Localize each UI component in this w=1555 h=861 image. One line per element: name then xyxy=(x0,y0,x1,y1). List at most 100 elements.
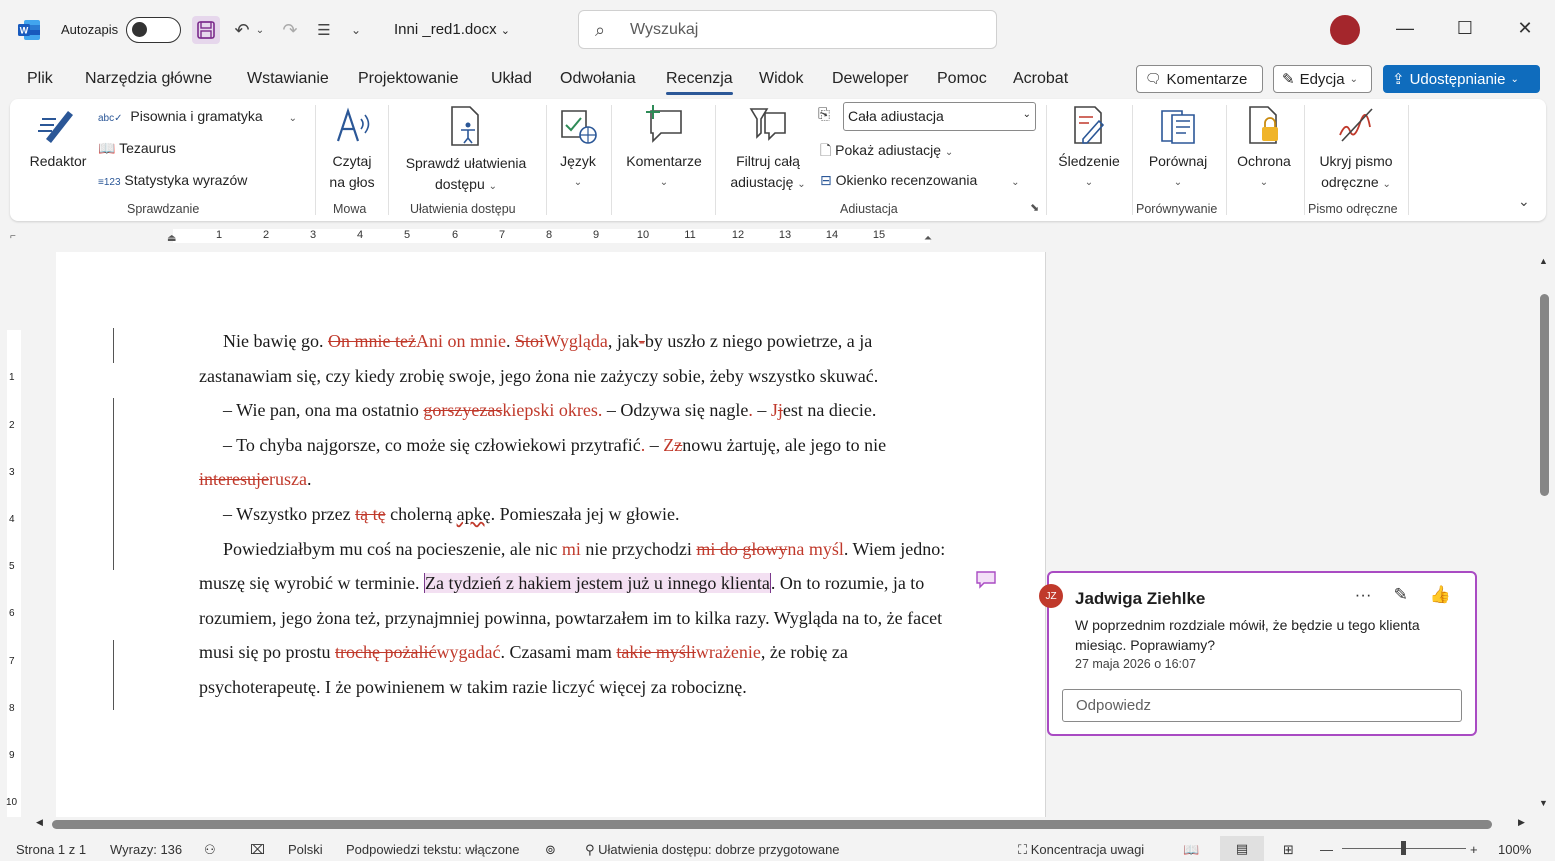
editor-button[interactable]: Redaktor xyxy=(26,105,90,172)
tab-layout[interactable]: Układ xyxy=(491,70,532,88)
document-page[interactable]: Nie bawię go. On mnie teżAni on mnie. St… xyxy=(56,252,1046,817)
tab-view[interactable]: Widok xyxy=(759,70,803,88)
word-count[interactable]: Wyrazy: 136 xyxy=(110,842,182,857)
user-avatar[interactable] xyxy=(1330,15,1360,45)
document-body[interactable]: Nie bawię go. On mnie teżAni on mnie. St… xyxy=(199,324,959,705)
thesaurus-button[interactable]: 📖 Tezaurus xyxy=(98,140,176,157)
scroll-right-icon[interactable]: ▶ xyxy=(1518,817,1525,828)
tab-review[interactable]: Recenzja xyxy=(666,70,733,95)
scroll-up-icon[interactable]: ▲ xyxy=(1539,256,1548,266)
horizontal-ruler[interactable]: 1 2 3 4 5 6 7 8 9 10 11 12 13 14 15 ⏏ ⏶ xyxy=(30,228,1050,244)
right-indent-marker[interactable]: ⏶ xyxy=(924,233,932,244)
paragraph[interactable]: Powiedziałbym mu coś na pocieszenie, ale… xyxy=(199,532,959,705)
numbering-icon[interactable]: ☰ xyxy=(310,16,338,44)
thesaurus-icon: 📖 xyxy=(98,140,116,156)
commented-text[interactable]: Za tydzień z hakiem jestem już u innego … xyxy=(423,573,771,594)
tab-selector-icon[interactable]: ⌐ xyxy=(10,231,16,242)
scroll-thumb[interactable] xyxy=(1540,294,1549,496)
tab-acrobat[interactable]: Acrobat xyxy=(1013,70,1068,88)
dialog-launcher-icon[interactable]: ⬊ xyxy=(1030,201,1039,214)
chevron-down-icon: ⌄ xyxy=(573,177,583,188)
autosave-toggle[interactable] xyxy=(126,17,181,43)
pencil-icon: ✎ xyxy=(1282,71,1295,88)
focus-icon: ⛶ xyxy=(1018,842,1028,857)
show-markup-button[interactable]: 🗋 Pokaż adiustację ⌄ xyxy=(820,140,953,164)
chevron-down-icon: ⌄ xyxy=(659,177,669,188)
edit-comment-icon[interactable]: ✎ xyxy=(1394,585,1408,605)
hide-ink-icon xyxy=(1339,108,1373,142)
language-button[interactable]: Język ⌄ xyxy=(550,107,606,193)
paragraph[interactable]: – Wie pan, ona ma ostatnio gorszyezaskie… xyxy=(199,393,959,428)
undo-dropdown-icon[interactable]: ⌄ xyxy=(252,16,268,44)
comments-ribbon-button[interactable]: Komentarze ⌄ xyxy=(620,105,708,193)
tab-design[interactable]: Projektowanie xyxy=(358,70,459,88)
track-changes-button[interactable]: Śledzenie ⌄ xyxy=(1054,105,1124,193)
tab-developer[interactable]: Deweloper xyxy=(832,70,908,88)
paragraph[interactable]: – To chyba najgorsze, co może się człowi… xyxy=(199,428,959,497)
document-name[interactable]: Inni _red1.docx ⌄ xyxy=(394,21,510,38)
paragraph[interactable]: Nie bawię go. On mnie teżAni on mnie. St… xyxy=(199,324,959,393)
macro-icon[interactable]: ⊚ xyxy=(545,842,556,858)
redo-icon[interactable]: ↷ xyxy=(276,16,304,44)
spelling-button[interactable]: abc✓ Pisownia i gramatyka ⌄ xyxy=(98,108,297,124)
display-for-review-select[interactable]: Cała adiustacja ⌄ xyxy=(843,102,1036,131)
reply-input[interactable]: Odpowiedz xyxy=(1062,689,1462,722)
search-box[interactable]: ⌕ Wyszukaj xyxy=(578,10,997,49)
tab-file[interactable]: Plik xyxy=(27,70,53,88)
comment-date: 27 maja 2026 o 16:07 xyxy=(1075,657,1196,671)
zoom-slider-thumb[interactable] xyxy=(1401,841,1406,855)
save-icon[interactable] xyxy=(192,16,220,44)
comments-button[interactable]: 🗨 Komentarze xyxy=(1136,65,1263,93)
filter-markup-button[interactable]: Filtruj całą adiustację ⌄ xyxy=(724,105,812,195)
tab-insert[interactable]: Wstawianie xyxy=(247,70,329,88)
autosave-label: Autozapis xyxy=(61,22,119,37)
web-layout-icon[interactable]: ⊞ xyxy=(1283,842,1294,858)
read-aloud-button[interactable]: Czytaj na głos xyxy=(324,107,380,193)
comment-card[interactable]: JZ Jadwiga Ziehlke ··· ✎ 👍 W poprzednim … xyxy=(1039,571,1477,736)
tab-help[interactable]: Pomoc xyxy=(937,70,987,88)
read-mode-icon[interactable]: 📖 xyxy=(1183,842,1199,858)
word-count-button[interactable]: ≡123 Statystyka wyrazów xyxy=(98,172,247,188)
minimize-icon[interactable]: — xyxy=(1393,18,1417,39)
protect-button[interactable]: Ochrona ⌄ xyxy=(1232,105,1296,193)
hide-ink-button[interactable]: Ukryj pismo odręczne ⌄ xyxy=(1310,105,1402,195)
compare-button[interactable]: Porównaj ⌄ xyxy=(1140,107,1216,193)
accessibility-status[interactable]: ⚲ Ułatwienia dostępu: dobrze przygotowan… xyxy=(585,842,840,858)
paragraph[interactable]: – Wszystko przez tą tę cholerną apkę. Po… xyxy=(199,497,959,532)
document-area[interactable]: Nie bawię go. On mnie teżAni on mnie. St… xyxy=(30,252,1535,817)
maximize-icon[interactable]: ☐ xyxy=(1453,18,1477,39)
editing-mode-button[interactable]: ✎ Edycja ⌄ xyxy=(1273,65,1372,93)
scroll-left-icon[interactable]: ◀ xyxy=(36,817,43,828)
page-number[interactable]: Strona 1 z 1 xyxy=(16,842,86,857)
text-predictions[interactable]: Podpowiedzi tekstu: włączone xyxy=(346,842,519,857)
track-status-icon[interactable]: ⌧ xyxy=(250,842,265,858)
more-options-icon[interactable]: ··· xyxy=(1355,585,1372,605)
comment-text: W poprzednim rozdziale mówił, że będzie … xyxy=(1075,617,1420,653)
group-compare-label: Porównywanie xyxy=(1136,202,1218,216)
tab-references[interactable]: Odwołania xyxy=(560,70,636,88)
tab-home[interactable]: Narzędzia główne xyxy=(85,70,212,88)
lock-icon xyxy=(1249,106,1278,144)
customize-toolbar-icon[interactable]: ⌄ xyxy=(346,16,366,44)
check-accessibility-button[interactable]: Sprawdź ułatwienia dostępu ⌄ xyxy=(398,105,534,197)
accessibility-icon xyxy=(451,106,479,146)
vertical-scrollbar[interactable]: ▲ ▼ xyxy=(1537,252,1553,817)
like-icon[interactable]: 👍 xyxy=(1430,585,1451,605)
comment-marker-icon[interactable] xyxy=(976,571,996,589)
vertical-ruler[interactable]: 1 2 3 4 5 6 7 8 9 10 xyxy=(6,252,22,817)
zoom-out-icon[interactable]: — xyxy=(1320,842,1333,857)
language-status[interactable]: Polski xyxy=(288,842,323,857)
share-button[interactable]: ⇪ Udostępnianie ⌄ xyxy=(1383,65,1540,93)
scroll-thumb[interactable] xyxy=(52,820,1492,829)
close-icon[interactable]: ✕ xyxy=(1513,18,1537,39)
scroll-down-icon[interactable]: ▼ xyxy=(1539,798,1548,808)
print-layout-icon[interactable]: ▤ xyxy=(1220,836,1264,861)
left-indent-marker[interactable]: ⏏ xyxy=(167,233,176,244)
collapse-ribbon-icon[interactable]: ⌄ xyxy=(1518,193,1530,210)
horizontal-scrollbar[interactable]: ◀ ▶ xyxy=(30,817,1535,831)
proofing-icon[interactable]: ⚇ xyxy=(204,842,216,858)
zoom-in-icon[interactable]: + xyxy=(1470,842,1478,857)
zoom-level[interactable]: 100% xyxy=(1498,842,1531,857)
focus-mode[interactable]: ⛶ Koncentracja uwagi xyxy=(1018,842,1144,858)
reviewing-pane-button[interactable]: ⊟ Okienko recenzowania ⌄ xyxy=(820,172,1020,189)
